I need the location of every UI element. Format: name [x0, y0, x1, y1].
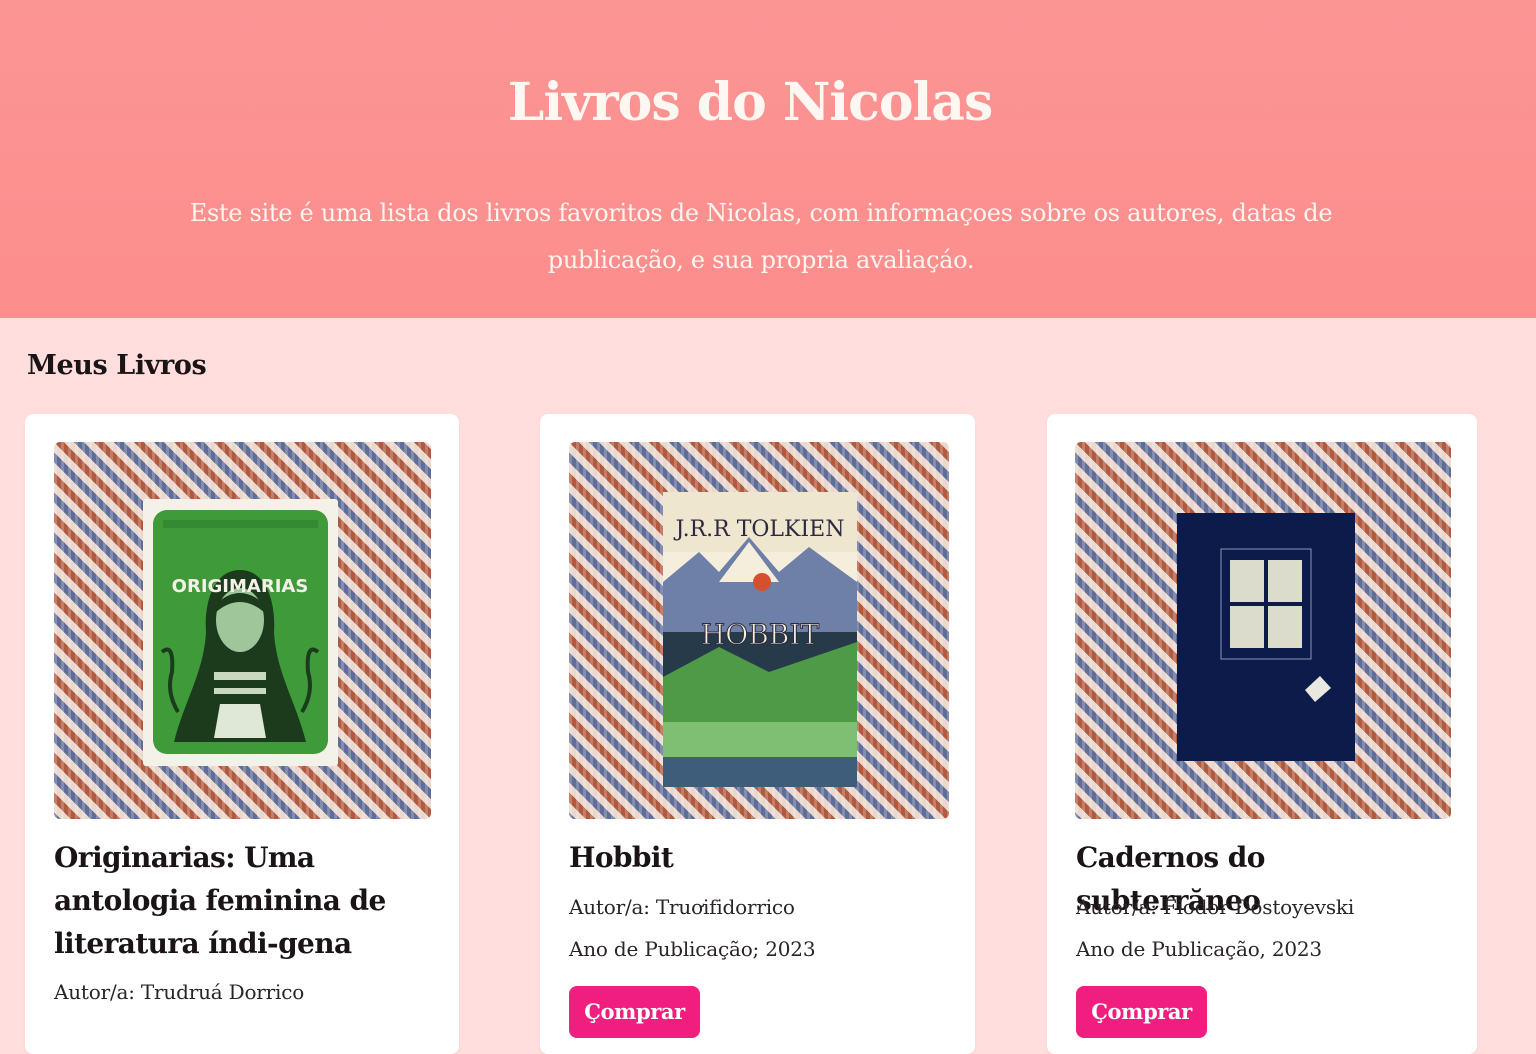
- book-author: Autor/a: Truơifidorrico: [569, 895, 795, 919]
- book-author: Autor/a: Trudruá Dorrico: [54, 980, 305, 1004]
- book-card-hobbit: J.R.R TOLKIEN HOBBIT Hobbit Autor/a: Tru…: [540, 414, 975, 1054]
- buy-button[interactable]: Çomprar: [569, 986, 700, 1038]
- originarias-cover: ORIGIMARIAS: [143, 499, 338, 766]
- cadernos-cover: [1177, 513, 1355, 761]
- book-cover-image: J.R.R TOLKIEN HOBBIT: [569, 442, 949, 819]
- book-title: Hobbit: [569, 841, 674, 874]
- buy-button[interactable]: Çomprar: [1076, 986, 1207, 1038]
- hobbit-cover: J.R.R TOLKIEN HOBBIT: [663, 492, 857, 787]
- book-card-originarias: ORIGIMARIAS Originarias: Uma antologia f…: [25, 414, 459, 1054]
- book-year: Ano de Publicação, 2023: [1076, 937, 1322, 961]
- site-title: Livros do Nicolas: [507, 72, 994, 133]
- book-cover-image: ORIGIMARIAS: [54, 442, 431, 819]
- book-card-cadernos: Cadernos do subterrăneo Autor/a: Fiodor …: [1047, 414, 1477, 1054]
- cover-author-text: J.R.R TOLKIEN: [674, 517, 845, 542]
- book-cover-image: [1075, 442, 1451, 819]
- cover-title-text: ORIGIMARIAS: [172, 576, 309, 597]
- book-year: Ano de Publicação; 2023: [569, 937, 816, 961]
- section-title: Meus Livros: [27, 350, 207, 381]
- site-header: Livros do Nicolas Este site é uma lista …: [0, 0, 1536, 318]
- site-description: Este site é uma lista dos livros favorit…: [189, 199, 1333, 274]
- book-title: Originarias: Uma antologia feminina de l…: [54, 841, 386, 960]
- book-author: Autor/a: Fiodor Dostoyevski: [1076, 895, 1355, 919]
- cover-title-text: HOBBIT: [701, 618, 820, 651]
